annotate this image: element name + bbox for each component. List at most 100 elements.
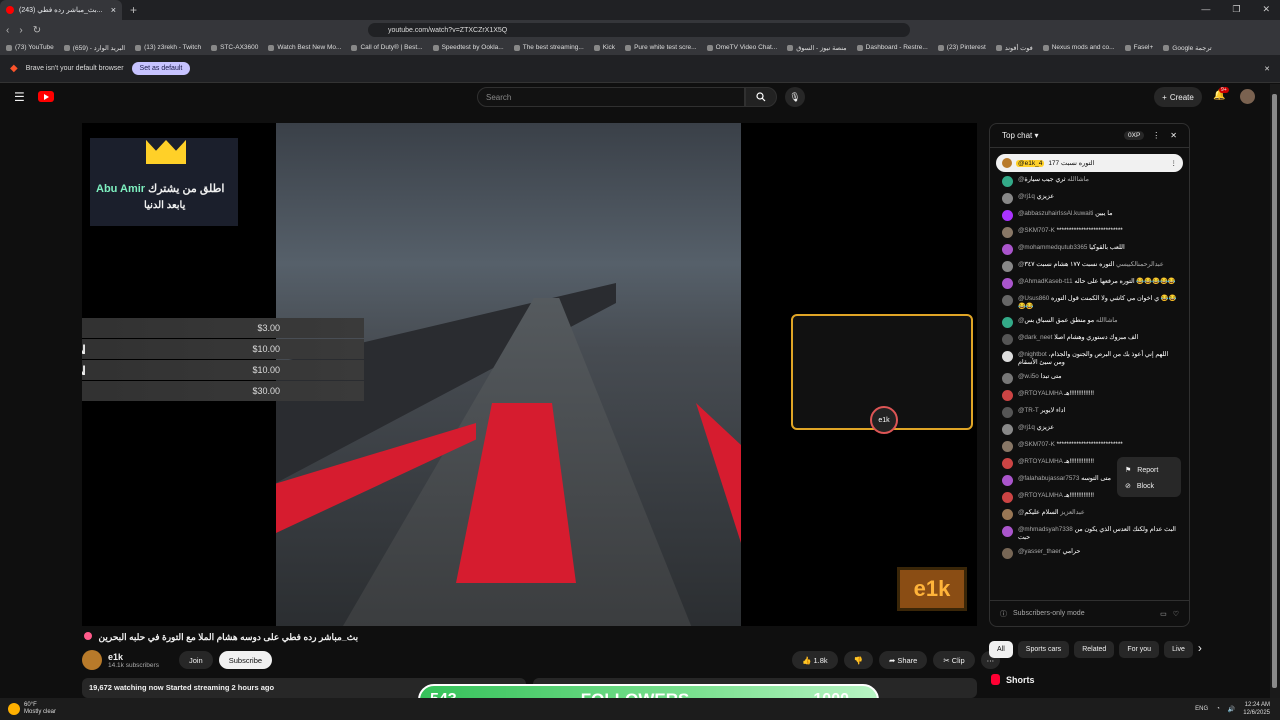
language-indicator[interactable]: ENG [1195,706,1208,712]
pinned-menu-icon[interactable]: ⋮ [1171,159,1178,167]
volume-icon[interactable]: 🔊 [1228,706,1235,713]
channel-avatar[interactable] [82,650,102,670]
join-button[interactable]: Join [178,651,213,669]
bookmark-item[interactable]: Kick [593,44,615,51]
bookmark-item[interactable]: فوت أفوند [995,44,1033,52]
search-button[interactable] [745,87,777,107]
bookmark-item[interactable]: OmeTV Video Chat... [706,44,777,51]
bookmark-item[interactable]: Watch Best New Mo... [268,44,341,51]
chat-author[interactable]: @nightbot [1018,351,1047,358]
chat-author[interactable]: @falahabujassar7573 [1018,475,1079,482]
chat-message[interactable]: @Usus860 ي اخوان مي كاشي ولا الكمنت قول … [1002,295,1177,311]
chat-message[interactable]: @mhmadsyah7338 البث عدام ولكنك العدس الذ… [1002,526,1177,542]
chat-author[interactable]: @TR-T [1018,407,1039,414]
chat-message[interactable]: @rj1q عزيزي [1002,424,1177,435]
weather-widget[interactable]: 60°F Mostly clear [0,702,56,716]
filter-chip[interactable]: For you [1119,641,1160,658]
block-menu-item[interactable]: ⊘ Block [1125,478,1173,494]
chat-message[interactable]: @SKM707-K *************************** [1002,227,1177,238]
clock[interactable]: 12:24 AM 12/6/2025 [1243,701,1270,717]
share-button[interactable]: ➦ Share [878,651,928,669]
heart-icon[interactable]: ♡ [1173,610,1179,618]
youtube-logo[interactable] [38,91,54,102]
poll-icon[interactable]: ▭ [1160,610,1167,618]
close-notice-icon[interactable]: ✕ [1264,65,1270,73]
bookmark-item[interactable]: Dashboard - Restre... [856,44,928,51]
subscribe-button[interactable]: Subscribe [218,651,273,669]
chat-author[interactable]: @SKM707-K [1018,227,1055,234]
search-input[interactable]: Search [477,87,745,107]
close-chat-icon[interactable]: ✕ [1170,131,1177,140]
chat-author[interactable]: @RTOYALMHA [1018,458,1063,465]
bookmark-item[interactable]: (73) YouTube [6,44,54,51]
bookmark-item[interactable]: (23) Pinterest [937,44,986,51]
filter-chip[interactable]: Sports cars [1017,641,1070,658]
filter-chip[interactable]: Related [1074,641,1115,658]
set-default-button[interactable]: Set as default [131,62,191,75]
chat-message[interactable]: @SKM707-K *************************** [1002,441,1177,452]
bookmark-item[interactable]: The best streaming... [513,44,584,51]
chat-author[interactable]: @Usus860 [1018,295,1049,302]
chat-author[interactable]: @mhmadsyah7338 [1018,526,1073,533]
chat-author[interactable]: @AhmadKaseb-t11 [1018,278,1073,285]
chat-message[interactable]: @TR-T اداء لايوير [1002,407,1177,418]
chat-message[interactable]: @w.i5o متى تبدا [1002,373,1177,384]
filter-chip[interactable]: Live [1164,641,1193,658]
chat-author[interactable]: @RTOYALMHA [1018,390,1063,397]
bookmark-item[interactable]: (13) z3rekh - Twitch [135,44,201,51]
xp-badge[interactable]: 0XP [1124,131,1145,140]
chat-author[interactable]: @rj1q [1018,193,1035,200]
forward-icon[interactable]: › [19,25,22,36]
account-avatar[interactable] [1240,89,1255,104]
chat-author[interactable]: @w.i5o [1018,373,1039,380]
address-bar[interactable]: youtube.com/watch?v=ZTXCZrX1X5Q [368,23,910,37]
chat-author[interactable]: @SKM707-K [1018,441,1055,448]
new-tab-icon[interactable]: + [130,3,137,17]
menu-icon[interactable]: ☰ [14,90,25,104]
wifi-icon[interactable]: ◔ [1216,706,1220,712]
reload-icon[interactable]: ↻ [33,25,41,36]
chat-message[interactable]: @RTOYALMHA هـ!!!!!!!!!!!!!! [1002,390,1177,401]
chat-message[interactable]: @yasser_thaer حرامي [1002,548,1177,559]
clip-button[interactable]: ✂ Clip [933,651,975,669]
chips-next-icon[interactable]: › [1198,641,1202,658]
chat-message[interactable]: @عبدالعزيز السلام عليكم [1002,509,1177,520]
bookmark-item[interactable]: Fasel+ [1124,44,1153,51]
bookmark-item[interactable]: Call of Duty® | Best... [351,44,423,51]
filter-chip[interactable]: All [989,641,1013,658]
bookmark-item[interactable]: Google ترجمة [1163,44,1212,52]
chat-author[interactable]: @mohammedqutub3365 [1018,244,1087,251]
chat-message[interactable]: @dark_neet الف مبروك دستوري وهشام اصلا [1002,334,1177,345]
bookmark-item[interactable]: منصة نيوز - السوق [787,44,847,52]
pinned-message[interactable]: @e1k_4 التوره نسبت 177 ⋮ [996,154,1183,172]
bookmark-item[interactable]: البريد الوارد - (659) [63,44,125,52]
chat-message[interactable]: @AhmadKaseb-t11 التوره مرفعها على حاله 😂… [1002,278,1177,289]
channel-name[interactable]: e1k [108,652,159,662]
chat-message[interactable]: @nightbot اللهم إني أعوذ بك من البرص وال… [1002,351,1177,367]
scrollbar-thumb[interactable] [1272,94,1277,688]
video-player[interactable]: Abu Amir اطلق من يشترك يابعد الدنيا RETA… [82,123,977,626]
close-tab-icon[interactable]: × [111,5,116,15]
back-icon[interactable]: ‹ [6,25,9,36]
bookmark-item[interactable]: Nexus mods and co... [1042,44,1115,51]
chat-author[interactable]: @dark_neet [1018,334,1052,341]
create-button[interactable]: + Create [1154,87,1202,107]
report-menu-item[interactable]: ⚑ Report [1125,462,1173,478]
chat-message[interactable]: @abbaszuhairIssAl.kuwaiti ما يبين [1002,210,1177,221]
chat-author[interactable]: @rj1q [1018,424,1035,431]
chat-message[interactable]: @rj1q عزيزي [1002,193,1177,204]
page-scrollbar[interactable] [1270,84,1280,698]
dislike-button[interactable]: 👎 [843,651,873,669]
chat-author[interactable]: @RTOYALMHA [1018,492,1063,499]
like-button[interactable]: 👍 1.8k [792,651,838,669]
chat-message[interactable]: @ماشاالله مو منطق عمق السباق بس [1002,317,1177,328]
chat-message[interactable]: @mohammedqutub3365 اللعب بالقوكيا [1002,244,1177,255]
chat-message[interactable]: @عبدالرحمنالكبيسي التوره نسبت ١٧٧ هشام ن… [1002,261,1177,272]
chat-mode-dropdown[interactable]: Top chat ▾ [1002,131,1039,140]
chat-menu-icon[interactable]: ⋮ [1152,131,1160,140]
close-window-icon[interactable]: ✕ [1262,4,1270,15]
browser-tab[interactable]: (243) بث_مباشر رده فطي... × [0,0,122,20]
bookmark-item[interactable]: Speedtest by Ookla... [432,44,504,51]
chat-author[interactable]: @yasser_thaer [1018,548,1061,555]
voice-search-button[interactable]: 🎙 [785,87,805,107]
